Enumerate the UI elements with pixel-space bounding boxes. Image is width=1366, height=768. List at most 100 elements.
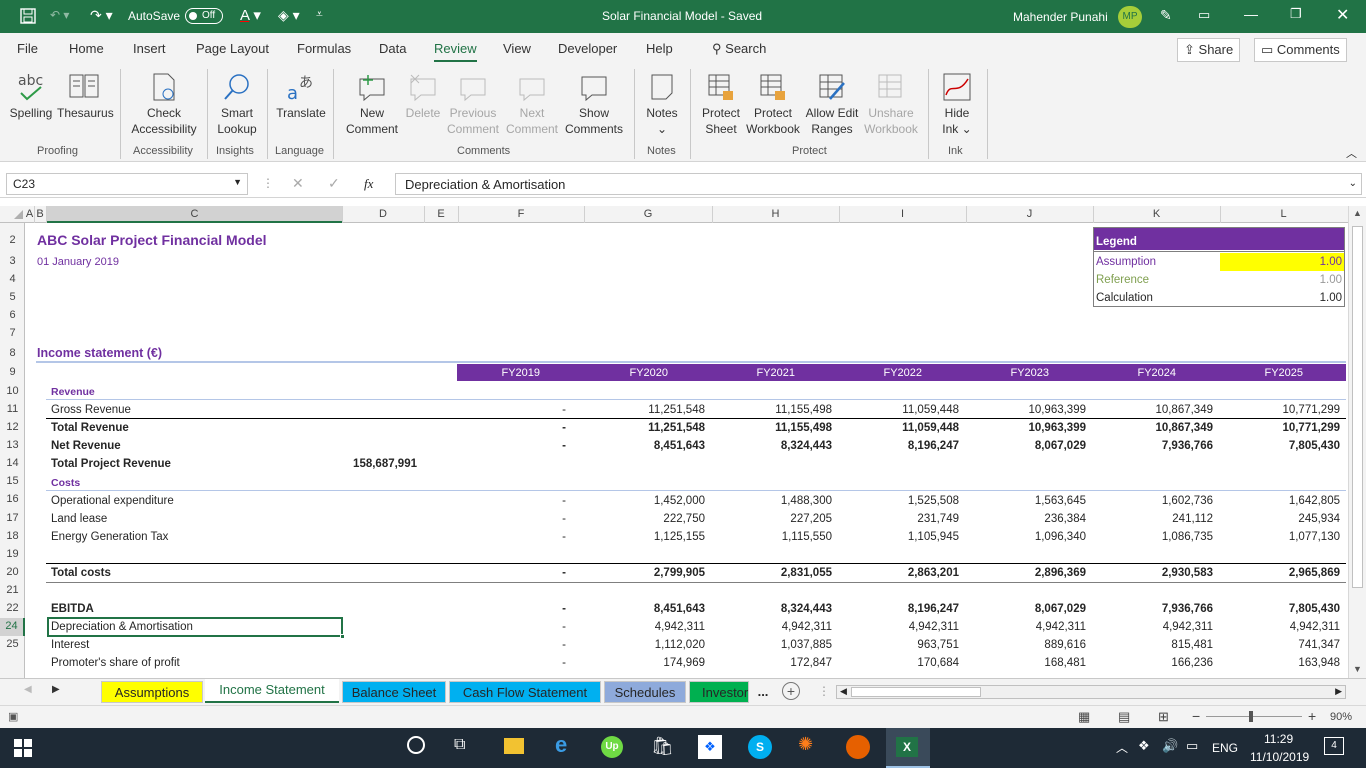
redo-icon[interactable]: ↷ ▾ — [90, 7, 113, 24]
more-sheets[interactable]: ... — [753, 681, 773, 703]
zoom-in-icon[interactable]: + — [1308, 708, 1316, 724]
restore-icon[interactable]: ❐ — [1290, 6, 1302, 22]
row-header[interactable]: 22 — [0, 602, 25, 614]
task-view-icon[interactable]: ⧉ — [454, 736, 465, 754]
column-header-g[interactable]: G — [584, 208, 712, 220]
notifications-icon[interactable]: 4 — [1324, 737, 1344, 755]
delete-comment-button[interactable]: Delete — [404, 71, 442, 121]
row-header[interactable]: 20 — [0, 566, 25, 578]
sheet-tab-balance-sheet[interactable]: Balance Sheet — [342, 681, 446, 703]
skype-icon[interactable]: S — [748, 735, 772, 759]
comments-button[interactable]: ▭ Comments — [1254, 38, 1347, 62]
row-header[interactable]: 2 — [0, 234, 25, 246]
row-header[interactable]: 17 — [0, 512, 25, 524]
row-header[interactable]: 3 — [0, 255, 25, 267]
page-break-view-icon[interactable]: ⊞ — [1158, 709, 1169, 725]
scroll-left-icon[interactable]: ◀ — [24, 684, 32, 695]
save-icon[interactable] — [20, 8, 36, 27]
spelling-button[interactable]: abc Spelling — [8, 71, 54, 121]
volume-icon[interactable]: 🔊 — [1162, 738, 1178, 754]
column-header-b[interactable]: B — [34, 208, 46, 220]
firefox-icon[interactable] — [846, 735, 870, 759]
scroll-up-icon[interactable]: ▲ — [1353, 208, 1362, 218]
sheet-tab-assumptions[interactable]: Assumptions — [101, 681, 203, 703]
search-box[interactable]: ⚲ Search — [712, 41, 766, 57]
hide-ink-button[interactable]: Hide Ink ⌄ — [936, 71, 978, 137]
add-sheet-icon[interactable]: + — [782, 682, 800, 700]
thesaurus-button[interactable]: Thesaurus — [57, 71, 114, 121]
previous-comment-button[interactable]: Previous Comment — [445, 71, 501, 137]
show-comments-button[interactable]: Show Comments — [564, 71, 624, 137]
dropbox-tray-icon[interactable]: ❖ — [1138, 738, 1150, 754]
customize-qat-icon[interactable]: ⩡ — [316, 7, 323, 22]
language-indicator[interactable]: ENG — [1212, 741, 1238, 755]
row-header[interactable]: 10 — [0, 385, 25, 397]
tab-file[interactable]: File — [17, 41, 38, 56]
upwork-icon[interactable]: Up — [601, 736, 623, 758]
notes-button[interactable]: Notes ⌄ — [640, 71, 684, 137]
row-header[interactable]: 16 — [0, 493, 25, 505]
row-header[interactable]: 9 — [0, 366, 25, 378]
allow-edit-ranges-button[interactable]: Allow Edit Ranges — [804, 71, 860, 137]
file-explorer-icon[interactable] — [504, 738, 524, 754]
formula-input[interactable]: Depreciation & Amortisation ⌄ — [395, 173, 1362, 195]
row-header[interactable]: 24 — [0, 618, 25, 636]
tab-view[interactable]: View — [503, 41, 531, 56]
insert-function-icon[interactable]: fx — [364, 176, 373, 192]
zoom-level[interactable]: 90% — [1330, 711, 1352, 723]
row-header[interactable]: 14 — [0, 457, 25, 469]
select-all-corner[interactable] — [14, 210, 23, 219]
ribbon-display-icon[interactable]: ▭ — [1198, 7, 1210, 23]
worksheet-grid[interactable]: ABC Solar Project Financial Model 01 Jan… — [26, 223, 1348, 678]
row-header[interactable]: 12 — [0, 421, 25, 433]
next-comment-button[interactable]: Next Comment — [504, 71, 560, 137]
clock-date[interactable]: 11/10/2019 — [1250, 750, 1309, 764]
smart-lookup-button[interactable]: Smart Lookup — [214, 71, 260, 137]
check-accessibility-button[interactable]: Check Accessibility — [128, 71, 200, 137]
row-header[interactable]: 15 — [0, 475, 25, 487]
show-hidden-icons[interactable]: ︿ — [1116, 739, 1128, 756]
tab-home[interactable]: Home — [69, 41, 104, 56]
scroll-thumb[interactable] — [1352, 226, 1363, 588]
sheet-tab-investor[interactable]: Investor — [689, 681, 749, 703]
sheet-tab-cash-flow[interactable]: Cash Flow Statement — [449, 681, 601, 703]
row-header[interactable]: 11 — [0, 403, 25, 415]
page-layout-view-icon[interactable]: ▤ — [1118, 709, 1130, 725]
clock-time[interactable]: 11:29 — [1264, 732, 1293, 746]
tab-insert[interactable]: Insert — [133, 41, 166, 56]
dropbox-icon[interactable]: ❖ — [698, 735, 722, 759]
column-header-d[interactable]: D — [342, 208, 424, 220]
tab-review[interactable]: Review — [434, 41, 477, 62]
column-header-e[interactable]: E — [424, 208, 458, 220]
network-icon[interactable]: ▭ — [1186, 738, 1198, 754]
autosave-toggle[interactable]: Off — [185, 8, 223, 24]
tab-page-layout[interactable]: Page Layout — [196, 41, 269, 56]
excel-icon[interactable]: X — [886, 728, 930, 768]
column-header-h[interactable]: H — [712, 208, 839, 220]
zoom-slider[interactable] — [1206, 711, 1302, 722]
edge-icon[interactable]: e — [555, 732, 567, 758]
row-header[interactable]: 4 — [0, 273, 25, 285]
store-icon[interactable]: 🛍 — [651, 736, 674, 757]
row-header[interactable]: 5 — [0, 291, 25, 303]
sheet-tab-income-statement[interactable]: Income Statement — [205, 679, 339, 703]
scroll-left-icon[interactable]: ◀ — [840, 686, 847, 697]
share-button[interactable]: ⇪ Share — [1177, 38, 1241, 62]
row-header[interactable]: 21 — [0, 584, 25, 596]
normal-view-icon[interactable]: ▦ — [1078, 709, 1090, 725]
tab-developer[interactable]: Developer — [558, 41, 617, 56]
font-color-icon[interactable]: A ▾ — [240, 6, 261, 24]
translate-button[interactable]: aあ Translate — [276, 71, 326, 121]
column-header-i[interactable]: I — [839, 208, 966, 220]
row-header[interactable]: 6 — [0, 309, 25, 321]
fill-color-icon[interactable]: ◈ ▾ — [278, 7, 300, 24]
tab-data[interactable]: Data — [379, 41, 406, 56]
row-header[interactable]: 18 — [0, 530, 25, 542]
column-header-j[interactable]: J — [966, 208, 1093, 220]
unshare-workbook-button[interactable]: Unshare Workbook — [862, 71, 920, 137]
column-header-l[interactable]: L — [1220, 208, 1347, 220]
tab-formulas[interactable]: Formulas — [297, 41, 351, 56]
h-scroll-thumb[interactable] — [851, 687, 981, 697]
enter-icon[interactable]: ✓ — [328, 175, 340, 192]
horizontal-scrollbar[interactable]: ◀ ▶ — [836, 685, 1346, 699]
